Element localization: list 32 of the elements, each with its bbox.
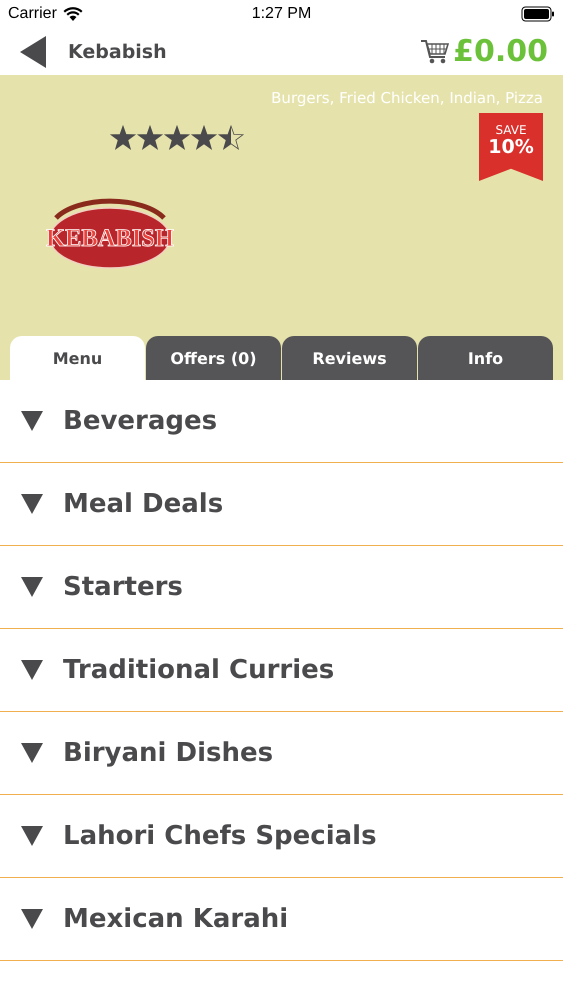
star-icon [191,125,217,150]
carrier-label: Carrier [8,5,57,23]
restaurant-title: Kebabish [68,40,167,62]
category-label: Beverages [63,406,218,436]
back-button[interactable] [20,36,46,68]
tab[interactable]: Offers (0) [146,336,281,380]
discount-ribbon: SAVE 10% [479,113,543,181]
tab[interactable]: Menu [10,336,145,380]
category-label: Starters [63,572,183,602]
star-icon [164,125,190,150]
category-row[interactable]: Mexican Karahi [0,878,563,961]
tab[interactable]: Info [418,336,553,380]
tab[interactable]: Reviews [282,336,417,380]
category-label: Lahori Chefs Specials [63,821,377,851]
category-row[interactable]: Lahori Chefs Specials [0,795,563,878]
star-icon [137,125,163,150]
category-row[interactable]: Traditional Curries [0,629,563,712]
category-label: Traditional Curries [63,655,334,685]
cuisine-list: Burgers, Fried Chicken, Indian, Pizza [271,89,543,107]
category-row[interactable]: Biryani Dishes [0,712,563,795]
category-row[interactable]: Meal Deals [0,463,563,546]
category-label: Meal Deals [63,489,224,519]
category-row[interactable]: Starters [0,546,563,629]
category-label: Biryani Dishes [63,738,274,768]
star-icon [218,125,244,150]
cart-icon[interactable] [420,38,450,64]
clock-time: 1:27 PM [252,5,312,23]
category-row[interactable]: Beverages [0,380,563,463]
star-icon [110,125,136,150]
battery-icon [521,6,555,22]
wifi-icon [62,7,83,21]
category-label: Mexican Karahi [63,904,288,934]
